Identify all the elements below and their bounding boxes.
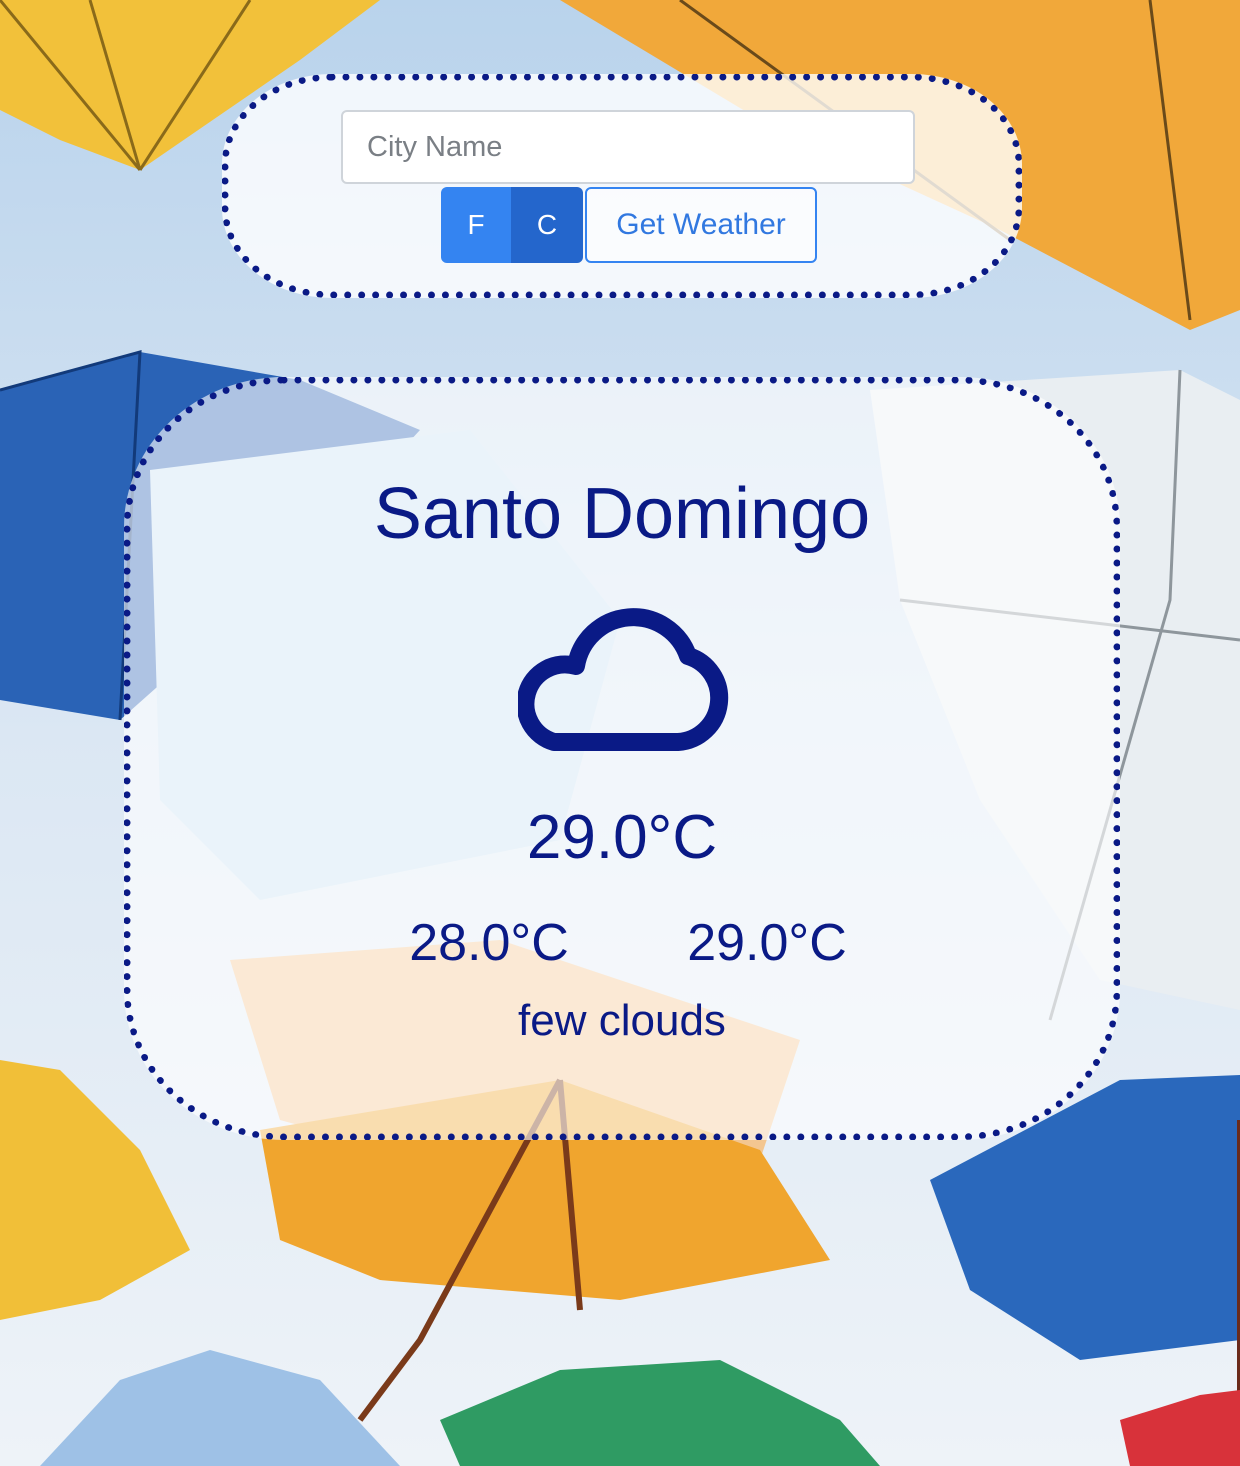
min-temperature: 28.0°C (409, 914, 569, 972)
current-temperature: 29.0°C (526, 803, 718, 872)
weather-card: Santo Domingo 29.0°C 28.0°C 29.0°C few c… (124, 377, 1120, 1140)
city-name-input[interactable] (341, 110, 915, 184)
max-temperature: 29.0°C (687, 914, 847, 972)
get-weather-button[interactable]: Get Weather (585, 187, 817, 263)
city-name-heading: Santo Domingo (373, 474, 871, 554)
celsius-button[interactable]: C (511, 187, 583, 263)
fahrenheit-button[interactable]: F (441, 187, 511, 263)
controls-row: F C Get Weather (441, 187, 817, 263)
weather-description: few clouds (518, 996, 726, 1045)
cloud-icon (518, 608, 729, 751)
search-panel: F C Get Weather (222, 74, 1022, 298)
